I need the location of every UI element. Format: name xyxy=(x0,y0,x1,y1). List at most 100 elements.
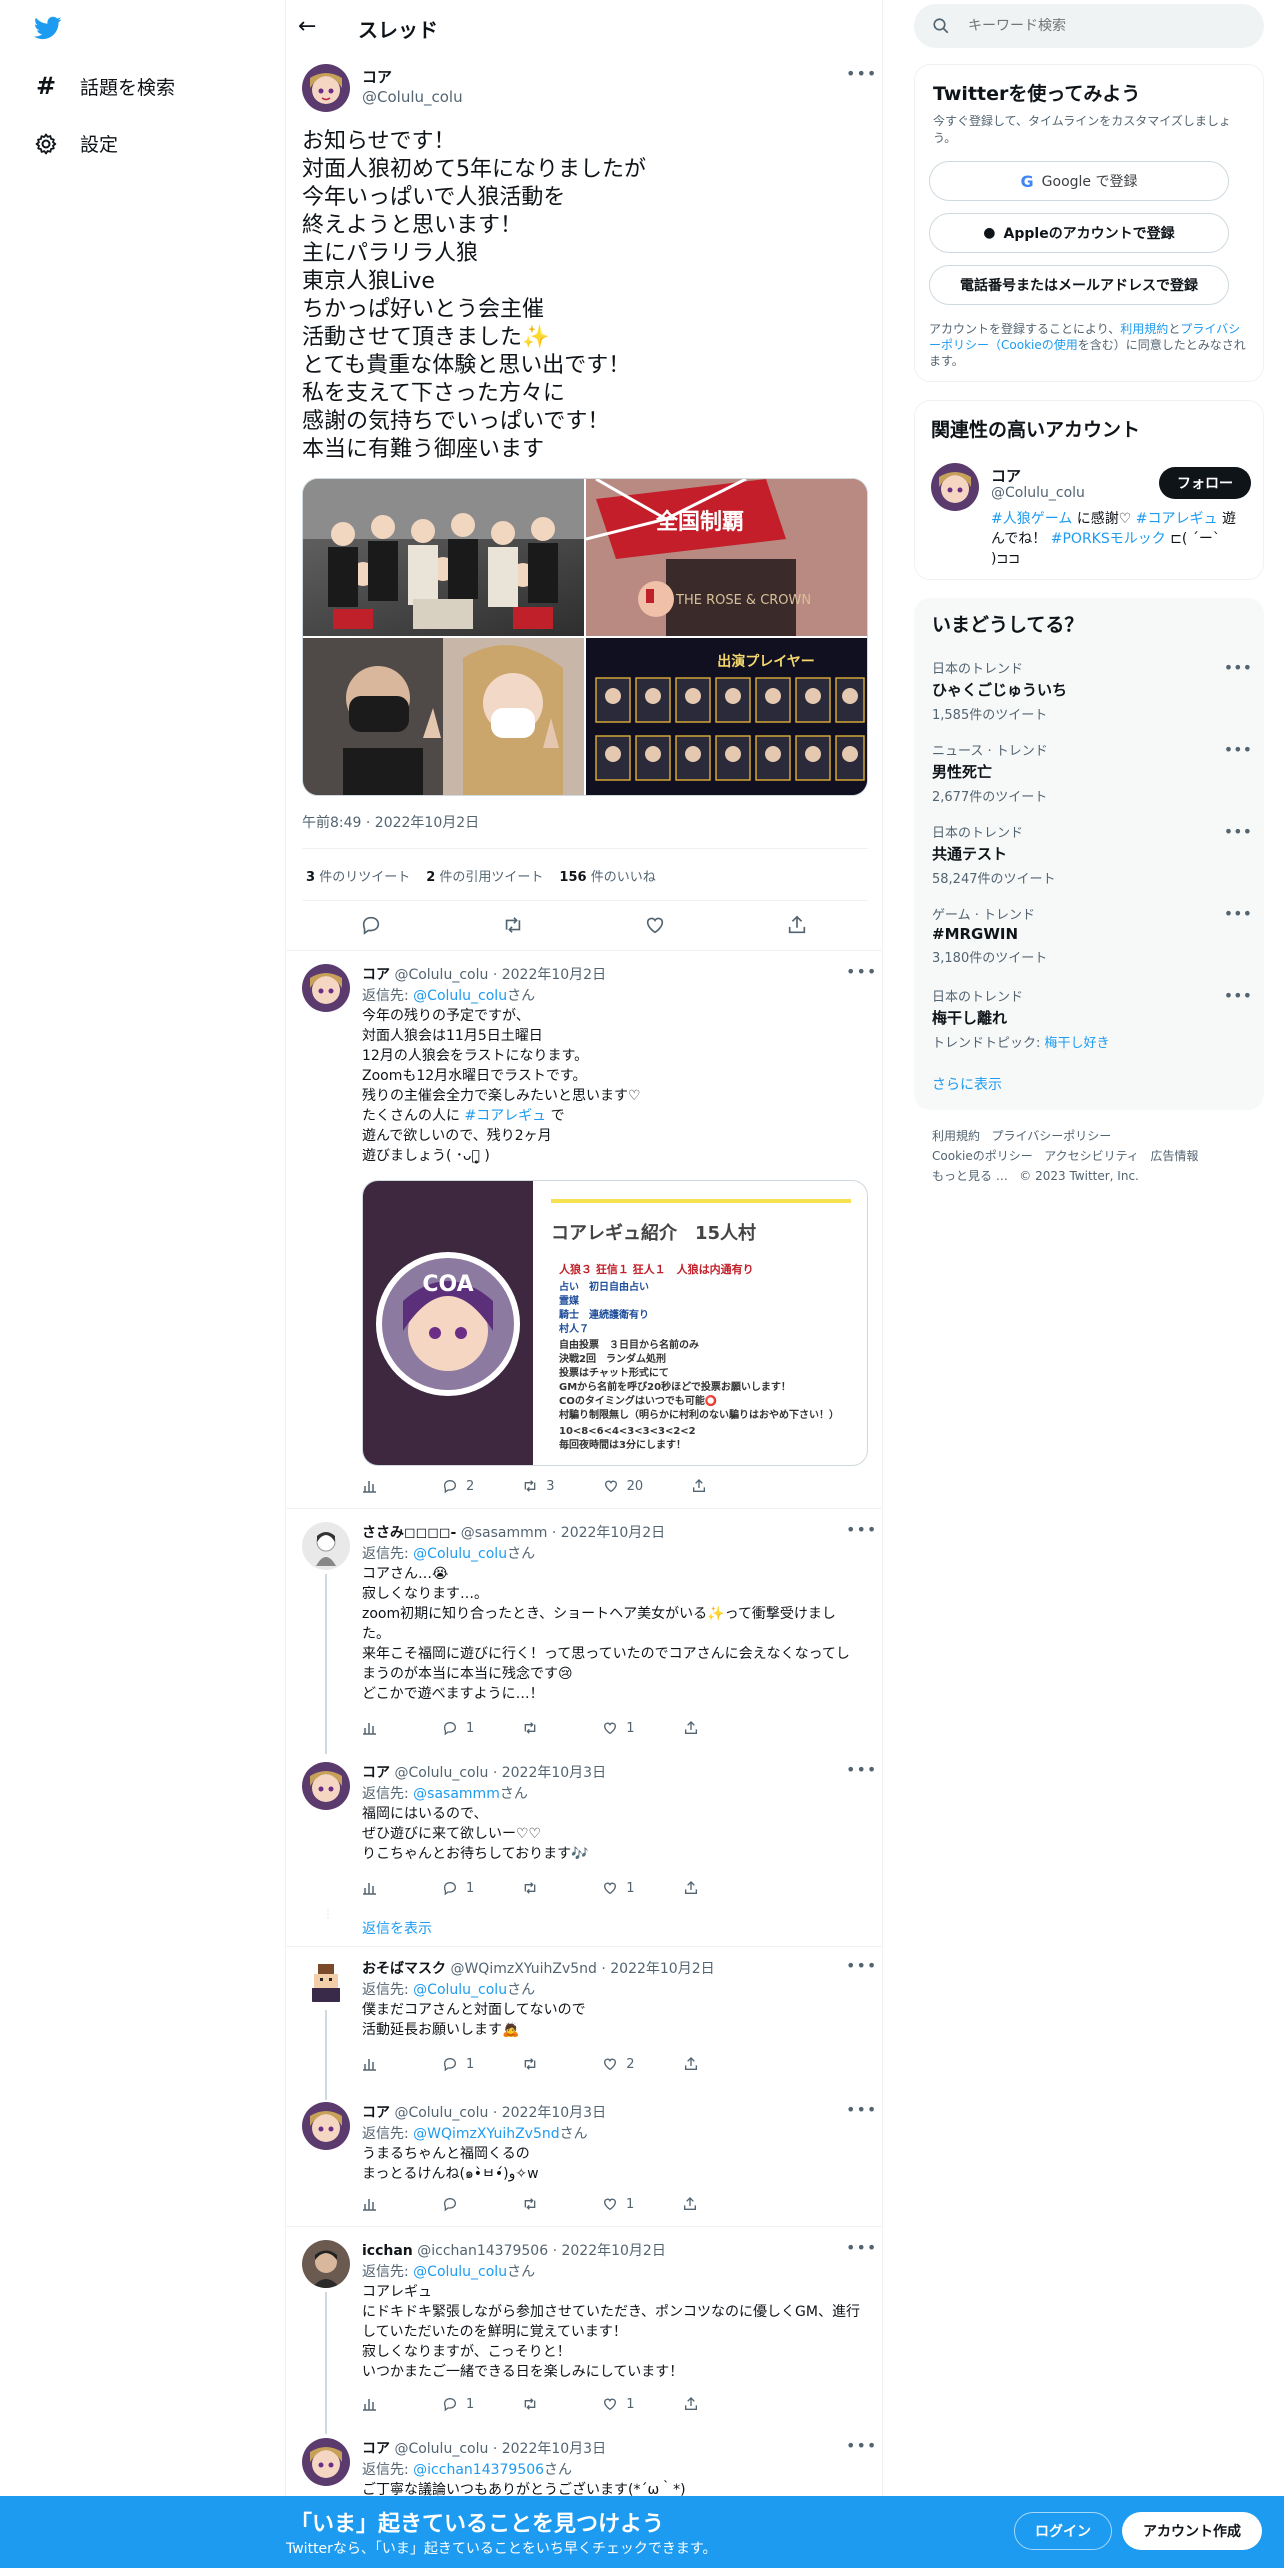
more-icon[interactable]: ••• xyxy=(846,1956,877,1975)
reply-author-handle[interactable]: @Colulu_colu xyxy=(394,2105,488,2121)
reply-author-handle[interactable]: @Colulu_colu xyxy=(394,2441,488,2457)
search-input[interactable] xyxy=(968,18,1228,34)
trend-topic-link[interactable]: 梅干し好き xyxy=(1045,1036,1110,1051)
twitter-logo[interactable] xyxy=(32,14,64,42)
media-photo-group[interactable] xyxy=(303,479,584,636)
like-button[interactable]: 1 xyxy=(602,1880,635,1896)
related-name[interactable]: コア xyxy=(991,465,1021,486)
trend-item[interactable]: 日本のトレンド 梅干し離れ トレンドトピック: 梅干し好き ••• xyxy=(932,986,1252,1051)
back-button[interactable]: ← xyxy=(298,14,316,39)
more-icon[interactable]: ••• xyxy=(846,2100,877,2119)
related-handle[interactable]: @Colulu_colu xyxy=(991,485,1085,501)
show-more-trends[interactable]: さらに表示 xyxy=(932,1074,1002,1094)
reply-to-link[interactable]: @Colulu_colu xyxy=(413,2264,507,2280)
more-icon[interactable]: ••• xyxy=(1224,986,1252,1005)
avatar[interactable] xyxy=(302,1522,350,1570)
google-signup-button[interactable]: G Google で登録 xyxy=(929,161,1229,201)
reply-author-handle[interactable]: @Colulu_colu xyxy=(394,967,488,983)
more-icon[interactable]: ••• xyxy=(1224,822,1252,841)
reply-author-handle[interactable]: @Colulu_colu xyxy=(394,1765,488,1781)
views-button[interactable] xyxy=(362,1720,378,1736)
bio-hashtag[interactable]: #人狼ゲーム xyxy=(991,511,1072,527)
retweet-button[interactable] xyxy=(522,1720,554,1736)
author-name[interactable]: コア xyxy=(362,66,392,87)
hashtag-link[interactable]: #コアレギュ xyxy=(464,1108,546,1124)
trend-item[interactable]: 日本のトレンド 共通テスト 58,247件のツイート ••• xyxy=(932,822,1252,887)
media-grid[interactable]: 全国制覇 THE ROSE & CROWN 出演プレイヤー xyxy=(302,478,868,796)
retweet-stat[interactable]: 3 件のリツイート xyxy=(306,866,410,885)
avatar[interactable] xyxy=(302,2102,350,2150)
media-photo-sign[interactable]: 全国制覇 THE ROSE & CROWN xyxy=(585,479,867,636)
reply-to-link[interactable]: @Colulu_colu xyxy=(413,1546,507,1562)
more-icon[interactable]: ••• xyxy=(846,962,877,981)
share-icon[interactable] xyxy=(786,914,808,936)
signup-button[interactable]: アカウント作成 xyxy=(1122,2512,1262,2550)
trend-item[interactable]: ニュース · トレンド 男性死亡 2,677件のツイート ••• xyxy=(932,740,1252,805)
more-icon[interactable]: ••• xyxy=(846,1520,877,1539)
views-button[interactable] xyxy=(362,2056,378,2072)
phone-signup-button[interactable]: 電話番号またはメールアドレスで登録 xyxy=(929,265,1229,305)
more-icon[interactable]: ••• xyxy=(846,2238,877,2257)
nav-settings[interactable]: 設定 xyxy=(34,130,118,157)
terms-link[interactable]: 利用規約 xyxy=(1120,322,1168,336)
retweet-button[interactable] xyxy=(522,2196,554,2212)
bio-hashtag[interactable]: #コアレギュ xyxy=(1136,511,1218,527)
reply-date[interactable]: 2022年10月3日 xyxy=(502,2105,606,2121)
views-button[interactable] xyxy=(362,1478,378,1494)
reply-author-name[interactable]: icchan xyxy=(362,2243,413,2259)
reply-button[interactable]: 1 xyxy=(442,1720,474,1736)
search-box[interactable] xyxy=(914,4,1264,48)
quote-stat[interactable]: 2 件の引用ツイート xyxy=(426,866,543,885)
views-button[interactable] xyxy=(362,1880,378,1896)
footer-link[interactable]: プライバシーポリシー xyxy=(991,1129,1111,1143)
follow-button[interactable]: フォロー xyxy=(1159,467,1251,499)
reply-to-link[interactable]: @WQimzXYuihZv5nd xyxy=(413,2126,559,2142)
more-icon[interactable]: ••• xyxy=(1224,658,1252,677)
avatar[interactable] xyxy=(302,1762,350,1810)
reply-button[interactable]: 2 xyxy=(442,1478,474,1494)
share-button[interactable] xyxy=(683,1720,699,1736)
trend-item[interactable]: 日本のトレンド ひゃくごじゅういち 1,585件のツイート ••• xyxy=(932,658,1252,723)
footer-link[interactable]: もっと見る … xyxy=(932,1169,1008,1183)
more-icon[interactable]: ••• xyxy=(846,64,877,83)
retweet-button[interactable] xyxy=(522,2396,554,2412)
more-icon[interactable]: ••• xyxy=(1224,904,1252,923)
avatar[interactable] xyxy=(302,1958,350,2006)
footer-link[interactable]: 利用規約 xyxy=(932,1129,980,1143)
media-player-board[interactable]: 出演プレイヤー xyxy=(586,638,867,795)
author-handle[interactable]: @Colulu_colu xyxy=(362,88,463,106)
tweet-timestamp[interactable]: 午前8:49 · 2022年10月2日 xyxy=(302,812,479,832)
reply-button[interactable]: 1 xyxy=(442,2396,474,2412)
like-button[interactable]: 1 xyxy=(602,1720,635,1736)
reply-author-name[interactable]: おそばマスク xyxy=(362,1961,446,1977)
share-button[interactable] xyxy=(691,1478,707,1494)
reply-author-name[interactable]: コア xyxy=(362,2105,390,2121)
views-button[interactable] xyxy=(362,2396,378,2412)
retweet-icon[interactable] xyxy=(502,914,524,936)
reply-card-image[interactable]: COA コアレギュ紹介 15人村 人狼３ 狂信１ 狂人１ 人狼は内通有り 占い … xyxy=(362,1180,868,1466)
avatar[interactable] xyxy=(302,964,350,1012)
share-button[interactable] xyxy=(683,1880,699,1896)
reply-author-handle[interactable]: @WQimzXYuihZv5nd xyxy=(450,1961,596,1977)
share-button[interactable] xyxy=(683,2056,699,2072)
reply-date[interactable]: 2022年10月2日 xyxy=(610,1961,714,1977)
like-button[interactable]: 2 xyxy=(602,2056,635,2072)
retweet-button[interactable] xyxy=(522,1880,554,1896)
like-stat[interactable]: 156 件のいいね xyxy=(559,866,655,885)
reply-author-name[interactable]: コア xyxy=(362,967,390,983)
reply-to-link[interactable]: @icchan14379506 xyxy=(413,2462,544,2478)
footer-link[interactable]: Cookieのポリシー xyxy=(932,1149,1033,1163)
avatar[interactable] xyxy=(302,2438,350,2486)
reply-to-link[interactable]: @sasammm xyxy=(413,1786,500,1802)
reply-icon[interactable] xyxy=(360,914,382,936)
avatar[interactable] xyxy=(931,463,979,511)
share-button[interactable] xyxy=(682,2196,698,2212)
reply-date[interactable]: 2022年10月3日 xyxy=(502,2441,606,2457)
media-photo-selfie[interactable] xyxy=(303,638,584,795)
nav-explore[interactable]: # 話題を検索 xyxy=(34,72,175,100)
avatar[interactable] xyxy=(302,64,350,112)
retweet-button[interactable]: 3 xyxy=(522,1478,555,1494)
more-icon[interactable]: ••• xyxy=(1224,740,1252,759)
like-icon[interactable] xyxy=(644,914,666,936)
retweet-button[interactable] xyxy=(522,2056,554,2072)
